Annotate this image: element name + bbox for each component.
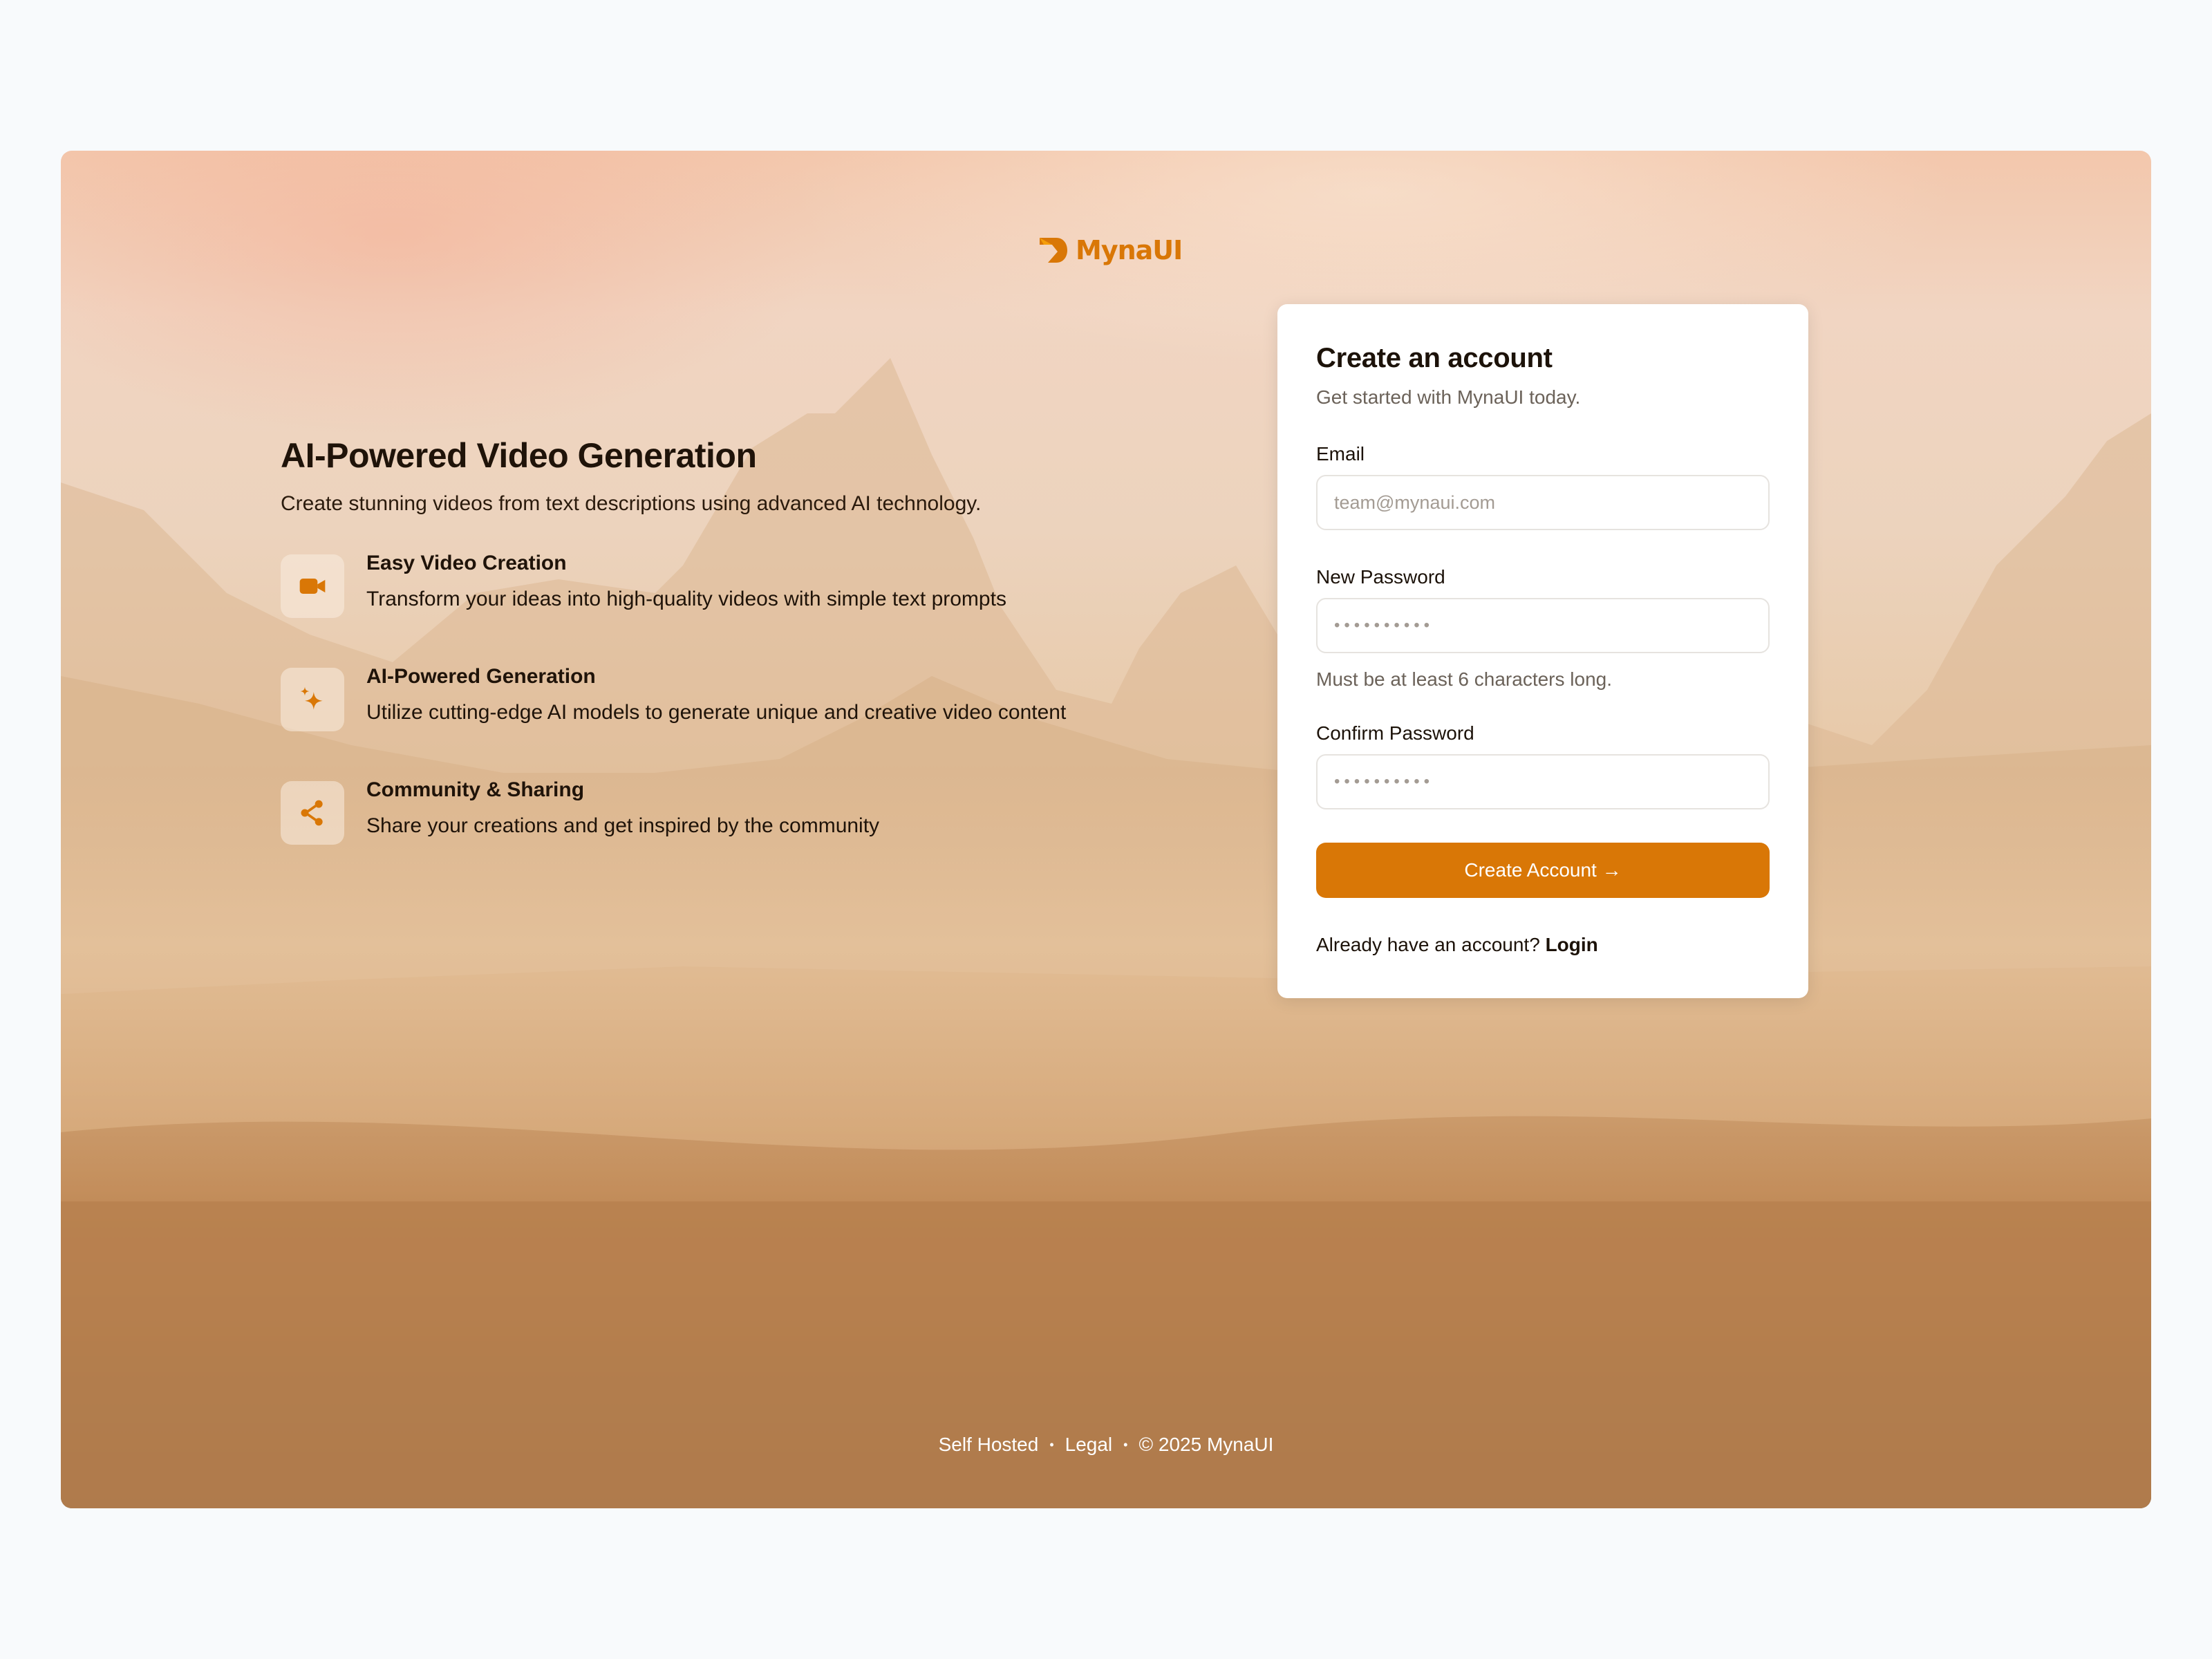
confirm-password-field-group: Confirm Password: [1316, 722, 1770, 809]
feature-icon-tile: [281, 781, 344, 845]
feature-title: Community & Sharing: [366, 778, 585, 801]
footer-link-self-hosted[interactable]: Self Hosted: [939, 1434, 1039, 1456]
feature-title: AI-Powered Generation: [366, 665, 596, 688]
new-password-field-group: New Password Must be at least 6 characte…: [1316, 566, 1770, 691]
login-prompt-row: Already have an account? Login: [1316, 934, 1770, 956]
feature-description: Share your creations and get inspired by…: [366, 814, 880, 837]
video-camera-icon: [299, 579, 326, 594]
hero-title: AI-Powered Video Generation: [281, 436, 757, 475]
email-input[interactable]: [1316, 475, 1770, 530]
footer-copyright: © 2025 MynaUI: [1138, 1434, 1274, 1455]
brand-logo[interactable]: MynaUI: [1037, 235, 1183, 265]
new-password-label: New Password: [1316, 566, 1445, 588]
feature-description: Utilize cutting-edge AI models to genera…: [366, 701, 1067, 724]
mynaui-logo-icon: [1040, 238, 1067, 263]
feature-item: Easy Video Creation Transform your ideas…: [281, 552, 1235, 618]
share-icon: [301, 800, 323, 826]
feature-icon-tile: [281, 668, 344, 731]
signup-subtitle: Get started with MynaUI today.: [1316, 386, 1581, 408]
signup-card: Create an account Get started with MynaU…: [1277, 304, 1808, 998]
create-account-button[interactable]: Create Account →: [1316, 843, 1770, 898]
footer-separator: •: [1049, 1437, 1054, 1452]
footer-link-legal[interactable]: Legal: [1065, 1434, 1113, 1456]
footer-separator: •: [1123, 1437, 1128, 1452]
login-prompt: Already have an account?: [1316, 934, 1540, 955]
email-label: Email: [1316, 443, 1365, 465]
sparkles-icon: [300, 686, 323, 710]
confirm-password-input[interactable]: [1316, 754, 1770, 809]
confirm-password-label: Confirm Password: [1316, 722, 1474, 744]
password-hint: Must be at least 6 characters long.: [1316, 668, 1612, 690]
feature-description: Transform your ideas into high-quality v…: [366, 588, 1006, 610]
new-password-input[interactable]: [1316, 598, 1770, 653]
login-link[interactable]: Login: [1546, 934, 1598, 955]
hero-section: AI-Powered Video Generation Create stunn…: [281, 435, 1235, 845]
feature-icon-tile: [281, 554, 344, 618]
feature-title: Easy Video Creation: [366, 552, 567, 574]
feature-item: AI-Powered Generation Utilize cutting-ed…: [281, 665, 1235, 731]
footer: Self Hosted • Legal • © 2025 MynaUI: [61, 1434, 2151, 1456]
feature-list: Easy Video Creation Transform your ideas…: [281, 552, 1235, 845]
email-field-group: Email: [1316, 443, 1770, 530]
signup-title: Create an account: [1316, 343, 1553, 373]
brand-name: MynaUI: [1076, 235, 1183, 265]
hero-subtitle: Create stunning videos from text descrip…: [281, 492, 982, 515]
feature-item: Community & Sharing Share your creations…: [281, 778, 1235, 845]
